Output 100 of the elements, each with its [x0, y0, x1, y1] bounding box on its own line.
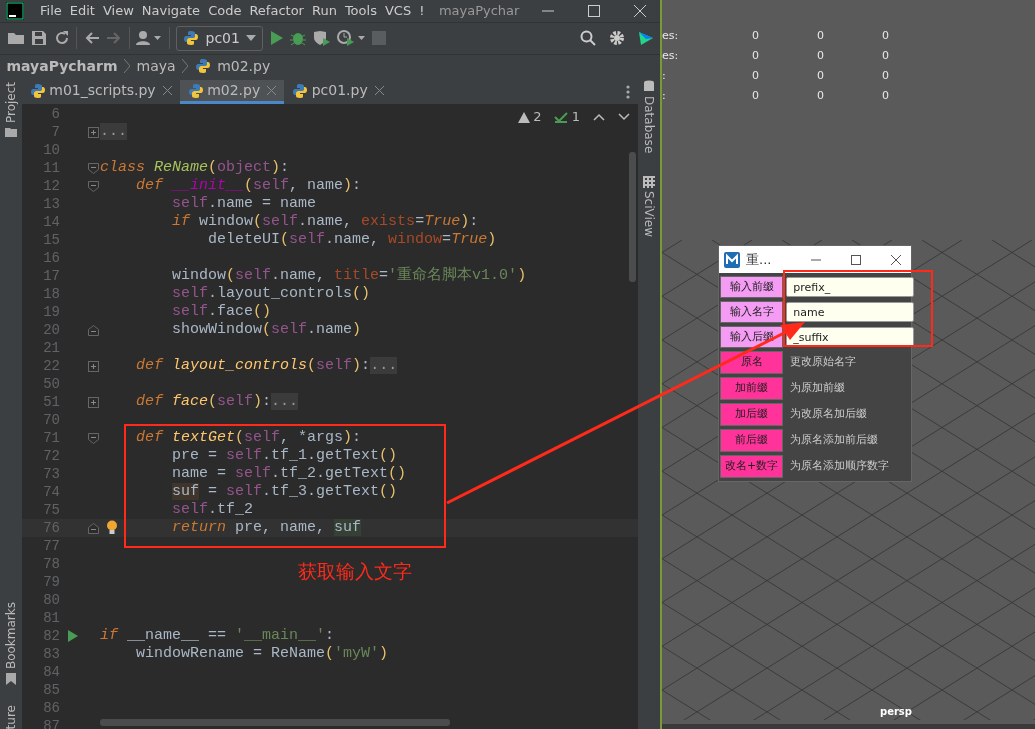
database-icon[interactable] — [643, 80, 655, 93]
stat-value: 0 — [817, 28, 825, 44]
action-button[interactable]: 原名 — [720, 351, 783, 374]
stat-label: es: — [662, 28, 680, 44]
code-line: window(self.name, title='重命名脚本v1.0') — [171, 267, 527, 286]
folder-icon[interactable] — [6, 30, 25, 47]
line-number: 75 — [42, 500, 60, 520]
python-icon — [183, 30, 199, 47]
down-icon[interactable] — [618, 113, 630, 121]
action-button[interactable]: 前后缀 — [720, 429, 783, 452]
menu-item[interactable]: File — [36, 1, 66, 21]
menu-item[interactable]: View — [98, 1, 138, 21]
menu-item[interactable]: Code — [204, 1, 246, 21]
menu-item[interactable]: Tools — [340, 1, 381, 21]
grid-icon[interactable] — [643, 176, 655, 189]
code-line: pre = self.tf_1.getText() — [171, 447, 398, 466]
menu-item[interactable]: VCS — [380, 1, 416, 21]
check-count[interactable]: 1 — [554, 107, 580, 127]
line-number: 16 — [42, 248, 60, 268]
code-line: if window(self.name, exists=True): — [171, 213, 479, 232]
bookmark-icon[interactable] — [6, 672, 16, 685]
fold-icon[interactable] — [88, 396, 99, 408]
warning-icon — [517, 111, 530, 123]
run-icon[interactable] — [269, 30, 284, 47]
line-number: 21 — [42, 338, 60, 358]
coverage-icon[interactable] — [312, 30, 331, 47]
save-icon[interactable] — [31, 30, 47, 47]
breadcrumb-item[interactable]: m02.py — [217, 55, 271, 77]
plugin-logo[interactable] — [637, 30, 654, 47]
line-number: 13 — [42, 194, 60, 214]
user-icon[interactable] — [136, 30, 162, 47]
maximize-icon[interactable] — [851, 254, 861, 265]
text-field[interactable]: name — [786, 302, 915, 322]
breadcrumb-item[interactable]: mayaPycharm — [6, 55, 118, 77]
action-button[interactable]: 加后缀 — [720, 403, 783, 426]
close-icon[interactable] — [891, 254, 901, 265]
menu-item[interactable]: Navigate — [137, 1, 205, 21]
close-icon[interactable] — [375, 86, 384, 96]
annotation-caption: 获取输入文字 — [298, 559, 412, 584]
tool-window-tab[interactable]: Bookmarks — [2, 601, 20, 669]
warning-count[interactable]: 2 — [517, 107, 542, 127]
more-icon[interactable] — [626, 85, 630, 100]
code-line: showWindow(self.name) — [171, 321, 362, 340]
menu-item[interactable]: Run — [307, 1, 341, 21]
line-number: 82 — [42, 626, 60, 646]
close-icon[interactable] — [162, 86, 172, 96]
scrollbar[interactable] — [629, 152, 636, 283]
line-number: 80 — [42, 590, 60, 610]
folder-icon[interactable] — [5, 127, 17, 138]
label-button[interactable]: 输入名字 — [720, 301, 783, 323]
run-icon[interactable] — [68, 630, 78, 643]
fold-icon[interactable] — [88, 126, 99, 138]
fold-icon[interactable] — [88, 360, 99, 372]
code-line: name = self.tf_2.getText() — [171, 465, 407, 484]
search-icon[interactable] — [579, 30, 596, 47]
tool-window-tab[interactable]: Database — [640, 95, 658, 153]
bug-icon[interactable] — [290, 30, 307, 47]
lightbulb-icon[interactable] — [106, 520, 118, 536]
line-number: 83 — [42, 644, 60, 664]
menu-item[interactable]: Refactor — [245, 1, 308, 21]
action-description: 为原加前缀 — [789, 380, 845, 397]
line-number: 86 — [42, 698, 60, 718]
text-field[interactable]: prefix_ — [786, 277, 915, 297]
scrollbar[interactable] — [100, 719, 450, 726]
tool-window-tab[interactable]: SciView — [640, 191, 658, 238]
fold-icon[interactable] — [88, 180, 99, 192]
tool-window-tab[interactable]: Project — [2, 82, 20, 124]
up-icon[interactable] — [593, 113, 605, 121]
stat-value: 0 — [882, 68, 890, 84]
profile-icon[interactable] — [337, 30, 366, 47]
tool-window-tab[interactable]: ture — [2, 704, 20, 729]
action-description: 为原名添加前后缀 — [789, 432, 878, 449]
window-title: mayaPychar — [437, 2, 521, 21]
action-button[interactable]: 加前缀 — [720, 377, 783, 400]
fold-icon[interactable] — [88, 324, 99, 336]
file-tab[interactable]: m01_scripts.py — [22, 80, 180, 105]
code-line: def textGet(self, *args): — [135, 429, 362, 448]
line-number: 85 — [42, 680, 60, 700]
chevron-icon — [124, 59, 131, 74]
label-button[interactable]: 输入前缀 — [720, 276, 783, 298]
menu-item[interactable]: ! — [415, 1, 429, 21]
run-config-dropdown[interactable]: pc01 — [176, 25, 264, 51]
fold-icon[interactable] — [88, 162, 99, 174]
window-title: 重... — [746, 250, 772, 269]
line-number: 11 — [42, 158, 60, 178]
stat-label: : — [662, 68, 667, 84]
line-number: 14 — [42, 212, 60, 232]
fold-icon[interactable] — [88, 522, 99, 534]
file-tab[interactable]: pc01.py — [284, 80, 392, 105]
settings-icon[interactable] — [608, 30, 625, 47]
sync-icon[interactable] — [53, 30, 70, 47]
stat-value: 0 — [752, 28, 760, 44]
file-tab[interactable]: m02.py — [179, 80, 285, 105]
stat-label: es: — [662, 48, 680, 64]
action-button[interactable]: 改名+数字 — [720, 455, 783, 478]
breadcrumb-item[interactable]: maya — [136, 55, 176, 77]
menu-item[interactable]: Edit — [65, 1, 99, 21]
fold-icon[interactable] — [88, 432, 99, 444]
stat-value: 0 — [882, 48, 890, 64]
python-file-icon — [30, 82, 46, 99]
